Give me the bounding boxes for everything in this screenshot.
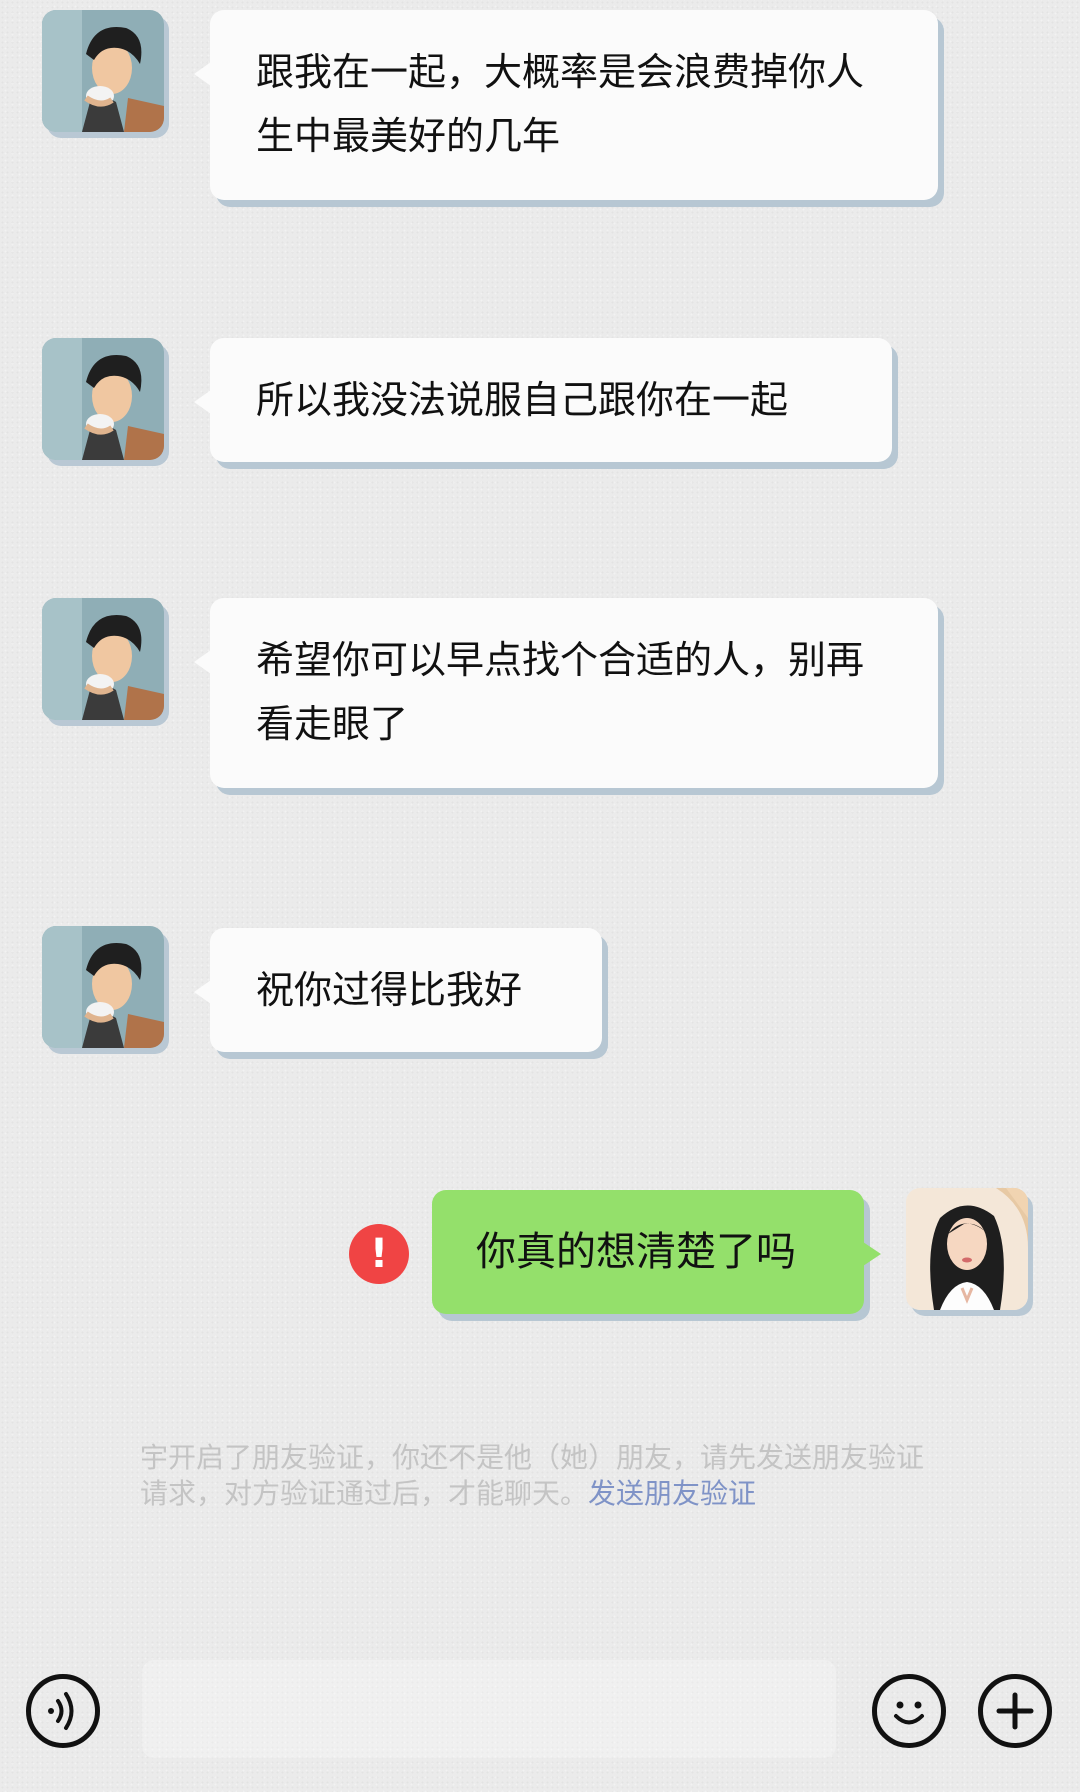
contact-avatar[interactable] (42, 338, 164, 460)
message-text: 你真的想清楚了吗 (476, 1229, 796, 1275)
my-avatar[interactable] (906, 1188, 1028, 1310)
friend-verification-notice: 宇开启了朋友验证，你还不是他（她）朋友，请先发送朋友验证请求，对方验证通过后，才… (140, 1440, 940, 1512)
contact-avatar[interactable] (42, 926, 164, 1048)
input-bar (0, 1640, 1080, 1792)
message-text: 跟我在一起，大概率是会浪费掉你人生中最美好的几年 (256, 50, 865, 158)
emoji-icon (894, 1701, 924, 1725)
message-input[interactable] (142, 1660, 836, 1758)
plus-icon (996, 1692, 1034, 1730)
notice-text: 宇开启了朋友验证，你还不是他（她）朋友，请先发送朋友验证请求，对方验证通过后，才… (140, 1441, 925, 1510)
chat-screen: 跟我在一起，大概率是会浪费掉你人生中最美好的几年 所以我没法说服自己跟你在一起 (0, 0, 1080, 1792)
message-bubble[interactable]: 希望你可以早点找个合适的人，别再看走眼了 (194, 598, 938, 788)
voice-icon (48, 1692, 74, 1730)
send-friend-request-link[interactable]: 发送朋友验证 (588, 1477, 756, 1510)
emoji-button[interactable] (872, 1674, 946, 1748)
message-text: 祝你过得比我好 (256, 968, 523, 1012)
send-failed-icon[interactable]: ! (349, 1224, 409, 1284)
message-bubble[interactable]: 所以我没法说服自己跟你在一起 (194, 338, 892, 462)
voice-button[interactable] (26, 1674, 100, 1748)
message-bubble-own[interactable]: 你真的想清楚了吗 (432, 1190, 881, 1314)
message-text: 希望你可以早点找个合适的人，别再看走眼了 (256, 638, 865, 746)
message-bubble[interactable]: 跟我在一起，大概率是会浪费掉你人生中最美好的几年 (194, 10, 938, 200)
contact-avatar[interactable] (42, 10, 164, 132)
message-text: 所以我没法说服自己跟你在一起 (256, 378, 789, 422)
contact-avatar[interactable] (42, 598, 164, 720)
plus-button[interactable] (978, 1674, 1052, 1748)
message-bubble[interactable]: 祝你过得比我好 (194, 928, 602, 1052)
